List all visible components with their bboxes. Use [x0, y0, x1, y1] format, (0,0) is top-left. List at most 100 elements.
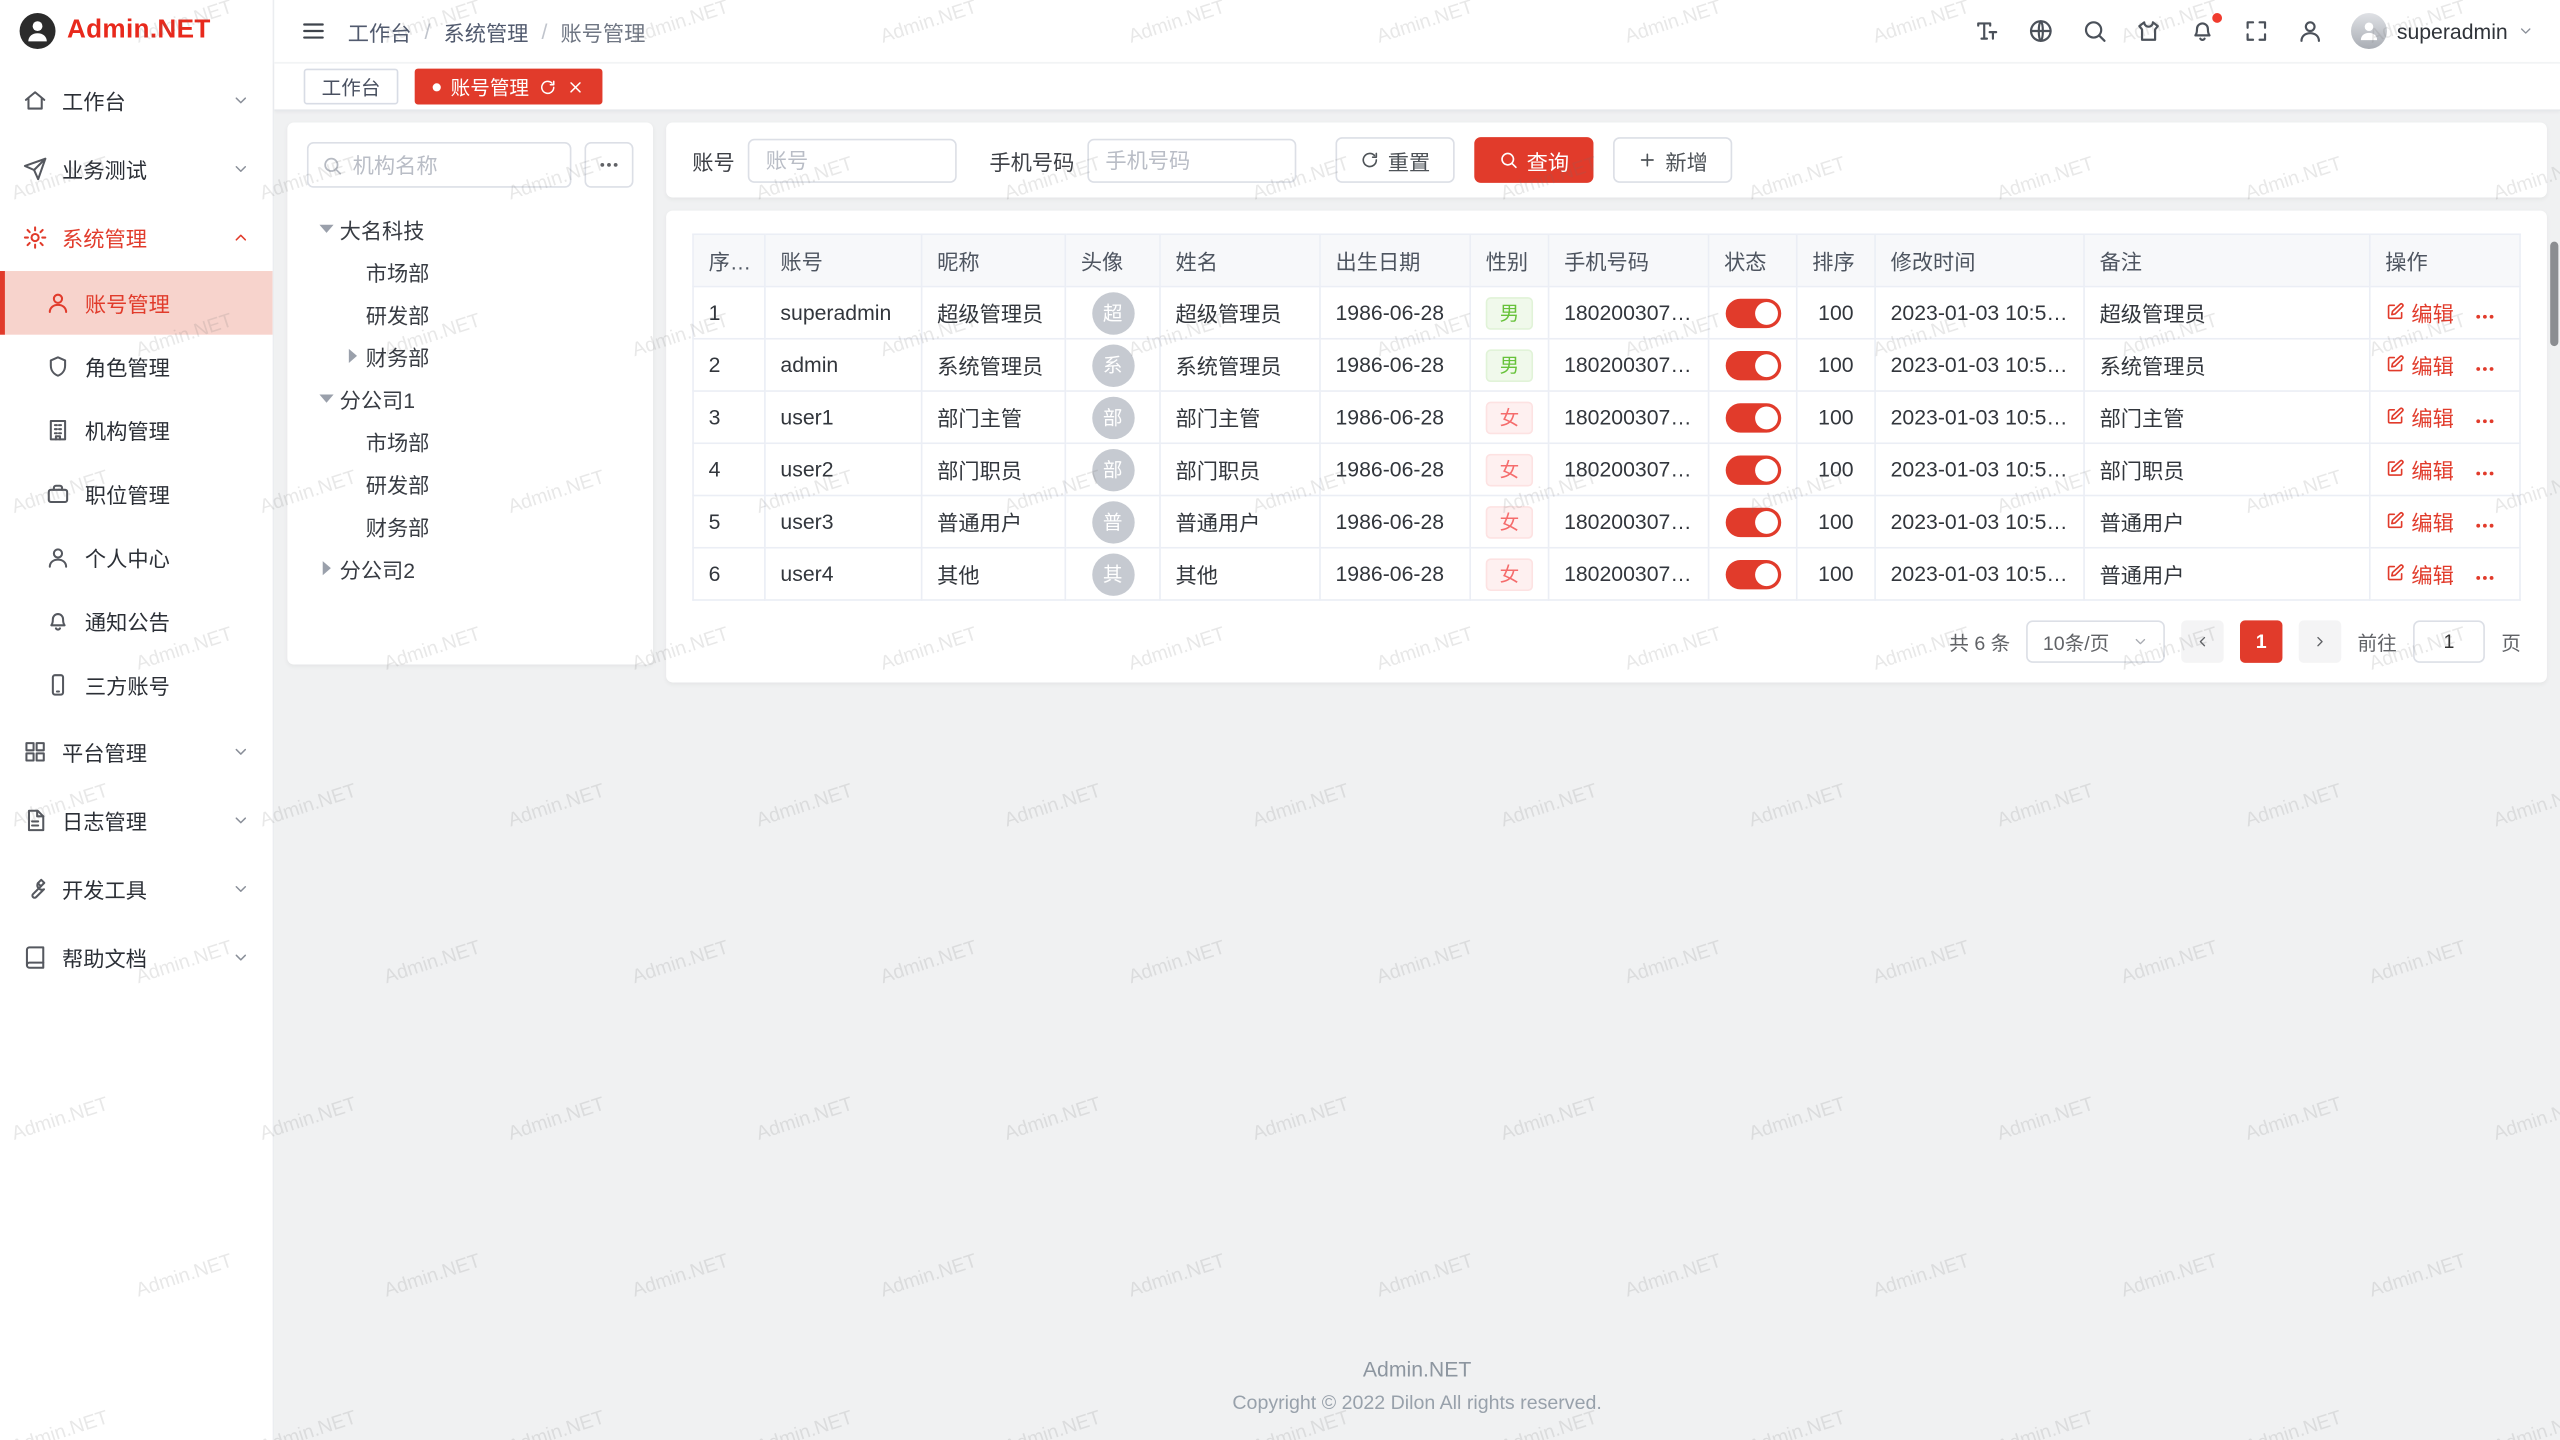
edit-button[interactable]: 编辑 — [2385, 402, 2454, 433]
status-toggle[interactable] — [1725, 507, 1781, 536]
tree-node[interactable]: 市场部 — [307, 250, 634, 292]
sidebar-item-notice-announcement[interactable]: 通知公告 — [0, 589, 273, 653]
breadcrumb-item[interactable]: 系统管理 — [443, 16, 528, 47]
theme-icon[interactable] — [2136, 18, 2162, 44]
sidebar-item-label: 业务测试 — [62, 153, 217, 184]
cell-phone: 18020030720 — [1549, 339, 1709, 391]
sidebar-menu: 工作台业务测试系统管理账号管理角色管理机构管理职位管理个人中心通知公告三方账号平… — [0, 62, 273, 1440]
row-more-button[interactable] — [2473, 358, 2496, 381]
tree-node[interactable]: 财务部 — [307, 504, 634, 546]
org-icon — [46, 418, 70, 442]
chevron-down-icon — [232, 742, 250, 760]
scrollbar-thumb[interactable] — [2550, 242, 2558, 346]
plus-icon — [1638, 150, 1658, 170]
status-toggle[interactable] — [1725, 298, 1781, 327]
profile-icon[interactable] — [2297, 18, 2323, 44]
cell-account: user4 — [765, 548, 922, 600]
viewport: Admin.NET 工作台业务测试系统管理账号管理角色管理机构管理职位管理个人中… — [0, 0, 2560, 1440]
refresh-icon[interactable] — [539, 78, 557, 96]
search-icon[interactable] — [2082, 18, 2108, 44]
globe-icon[interactable] — [2028, 18, 2054, 44]
edit-button[interactable]: 编辑 — [2385, 454, 2454, 485]
edit-button[interactable]: 编辑 — [2385, 349, 2454, 380]
edit-button[interactable]: 编辑 — [2385, 506, 2454, 537]
more-icon — [2473, 462, 2496, 485]
sidebar-item-help-docs[interactable]: 帮助文档 — [0, 922, 273, 991]
tools-icon — [23, 876, 47, 900]
sidebar-item-label: 开发工具 — [62, 873, 217, 904]
sidebar-item-third-party-account[interactable]: 三方账号 — [0, 653, 273, 717]
next-page-button[interactable] — [2299, 620, 2341, 662]
caret-spacer — [340, 300, 366, 326]
search-button[interactable]: 查询 — [1474, 137, 1593, 183]
status-toggle[interactable] — [1725, 350, 1781, 379]
sidebar-item-position-management[interactable]: 职位管理 — [0, 462, 273, 526]
cell-modified: 2023-01-03 10:59:44 — [1875, 287, 2084, 339]
cell-gender: 女 — [1470, 391, 1548, 443]
tab-account-management[interactable]: 账号管理 — [415, 69, 603, 105]
account-input[interactable] — [748, 138, 957, 182]
goto-page-input[interactable] — [2413, 620, 2485, 662]
pagination: 共 6 条 10条/页 1 前往 页 — [692, 620, 2521, 662]
status-toggle[interactable] — [1725, 402, 1781, 431]
column-header: 序号 — [693, 234, 765, 286]
prev-page-button[interactable] — [2181, 620, 2223, 662]
edit-button-label: 编辑 — [2411, 506, 2453, 537]
page-1-button[interactable]: 1 — [2240, 620, 2282, 662]
row-more-button[interactable] — [2473, 305, 2496, 328]
sidebar-item-org-management[interactable]: 机构管理 — [0, 398, 273, 462]
row-more-button[interactable] — [2473, 462, 2496, 485]
sidebar-item-role-management[interactable]: 角色管理 — [0, 335, 273, 399]
tree-node[interactable]: 研发部 — [307, 462, 634, 504]
sidebar-item-personal-center[interactable]: 个人中心 — [0, 526, 273, 590]
reset-button[interactable]: 重置 — [1336, 137, 1455, 183]
table-row: 3user1部门主管部部门主管1986-06-28女18020030720100… — [693, 391, 2520, 443]
tree-node[interactable]: 研发部 — [307, 292, 634, 334]
close-icon[interactable] — [567, 78, 585, 96]
app-root: Admin.NET 工作台业务测试系统管理账号管理角色管理机构管理职位管理个人中… — [0, 0, 2560, 1440]
tree-node[interactable]: 市场部 — [307, 420, 634, 462]
org-search-input[interactable] — [353, 153, 557, 177]
cell-index: 4 — [693, 443, 765, 495]
sidebar-item-workbench[interactable]: 工作台 — [0, 65, 273, 134]
tree-node[interactable]: 分公司1 — [307, 377, 634, 419]
column-header: 手机号码 — [1549, 234, 1709, 286]
hamburger-icon[interactable] — [300, 18, 326, 44]
row-more-button[interactable] — [2473, 567, 2496, 590]
caret-right-icon[interactable] — [313, 555, 339, 581]
org-more-button[interactable] — [584, 142, 633, 188]
caret-down-icon[interactable] — [313, 385, 339, 411]
bell-icon[interactable] — [2189, 18, 2215, 44]
cell-phone: 18020030720 — [1549, 287, 1709, 339]
row-more-button[interactable] — [2473, 514, 2496, 537]
caret-right-icon[interactable] — [340, 343, 366, 369]
page-size-select[interactable]: 10条/页 — [2027, 620, 2165, 662]
tree-node[interactable]: 分公司2 — [307, 547, 634, 589]
phone-input[interactable] — [1087, 138, 1296, 182]
cell-avatar: 超 — [1065, 287, 1160, 339]
status-toggle[interactable] — [1725, 559, 1781, 588]
table-row: 4user2部门职员部部门职员1986-06-28女18020030720100… — [693, 443, 2520, 495]
add-button[interactable]: 新增 — [1613, 137, 1732, 183]
tab-workbench[interactable]: 工作台 — [304, 69, 399, 105]
avatar: 其 — [1091, 553, 1133, 595]
avatar: 超 — [1091, 291, 1133, 333]
user-menu[interactable]: superadmin — [2351, 13, 2534, 49]
sidebar-item-account-management[interactable]: 账号管理 — [0, 271, 273, 335]
sidebar-item-log-management[interactable]: 日志管理 — [0, 785, 273, 854]
edit-button[interactable]: 编辑 — [2385, 558, 2454, 589]
sidebar-item-business-test[interactable]: 业务测试 — [0, 134, 273, 203]
edit-button[interactable]: 编辑 — [2385, 297, 2454, 328]
caret-down-icon[interactable] — [313, 216, 339, 242]
gender-badge: 男 — [1487, 349, 1533, 382]
sidebar-item-system-management[interactable]: 系统管理 — [0, 202, 273, 271]
sidebar-item-platform-management[interactable]: 平台管理 — [0, 717, 273, 786]
sidebar-item-dev-tools[interactable]: 开发工具 — [0, 854, 273, 923]
font-size-icon[interactable] — [1974, 18, 2000, 44]
breadcrumb-item[interactable]: 工作台 — [348, 16, 412, 47]
tree-node[interactable]: 财务部 — [307, 335, 634, 377]
tree-node[interactable]: 大名科技 — [307, 207, 634, 249]
status-toggle[interactable] — [1725, 455, 1781, 484]
row-more-button[interactable] — [2473, 410, 2496, 433]
fullscreen-icon[interactable] — [2243, 18, 2269, 44]
